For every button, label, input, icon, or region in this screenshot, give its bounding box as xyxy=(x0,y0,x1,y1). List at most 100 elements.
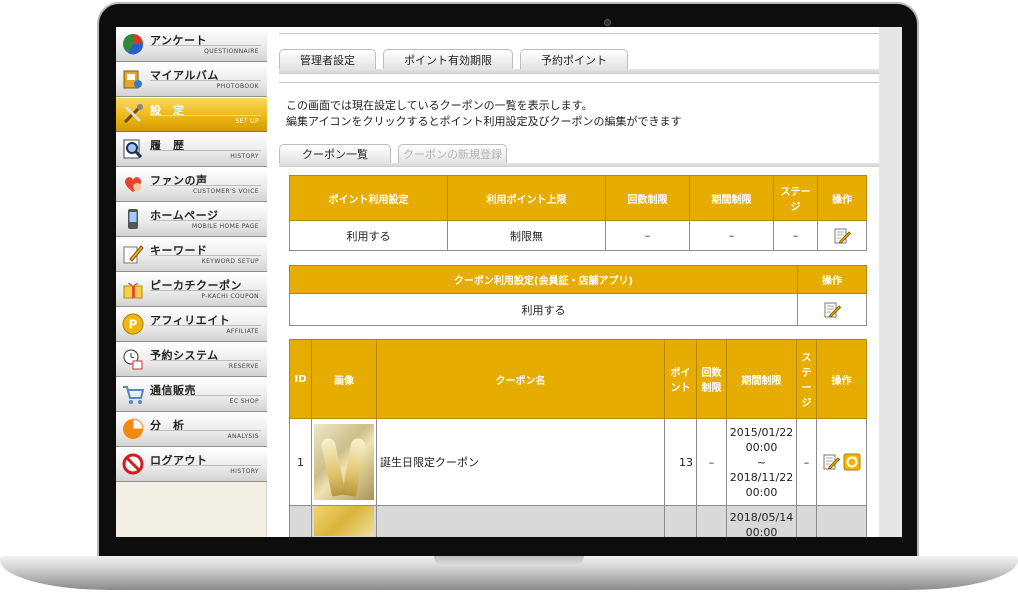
table-cell: 利用する xyxy=(289,293,798,326)
main-content: 管理者設定 ポイント有効期限 予約ポイント この画面では現在設定しているクーポン… xyxy=(267,27,879,537)
column-header: 操作 xyxy=(816,339,867,419)
period-text: 00:00 xyxy=(745,526,778,537)
sidebar-item[interactable]: アンケート QUESTIONNAIRE xyxy=(116,27,267,62)
column-header: 期間制限 xyxy=(689,175,774,221)
sidebar-item-subtitle: ANALYSIS xyxy=(227,433,259,440)
divider xyxy=(150,290,261,291)
sidebar-item[interactable]: キーワード KEYWORD SETUP xyxy=(116,237,267,272)
period-text: 00:00 xyxy=(745,440,778,454)
photobook-icon xyxy=(121,67,145,91)
laptop-notch xyxy=(434,556,584,566)
sidebar-item[interactable]: 予約システム RESERVE xyxy=(116,342,267,377)
table-cell xyxy=(817,220,867,251)
period-text: ~ xyxy=(756,455,767,469)
table-cell: 13 xyxy=(664,418,697,506)
table-cell: 制限無 xyxy=(447,220,606,251)
pencil-note-icon xyxy=(121,242,145,266)
divider xyxy=(150,80,261,81)
tab-new-coupon[interactable]: クーポンの新規登録 xyxy=(398,144,507,163)
sidebar-item[interactable]: ログアウト HISTORY xyxy=(116,447,267,482)
sidebar-item[interactable]: ホームページ MOBILE HOME PAGE xyxy=(116,202,267,237)
sidebar-item[interactable]: 分 析 ANALYSIS xyxy=(116,412,267,447)
table-cell: 1 xyxy=(289,418,312,506)
tab-point-expiry[interactable]: ポイント有効期限 xyxy=(383,49,513,69)
table-cell: – xyxy=(605,220,690,251)
description-line: 編集アイコンをクリックするとポイント利用設定及びクーポンの編集ができます xyxy=(286,115,682,128)
sidebar-item-subtitle: AFFILIATE xyxy=(226,328,259,335)
divider xyxy=(150,465,261,466)
camera-icon xyxy=(604,19,611,26)
sidebar-item[interactable]: ファンの声 CUSTOMER'S VOICE xyxy=(116,167,267,202)
sidebar-item[interactable]: 履 歴 HISTORY xyxy=(116,132,267,167)
shopping-cart-icon xyxy=(121,382,145,406)
table-cell xyxy=(796,505,817,537)
column-header: 画像 xyxy=(311,339,377,419)
table-cell: – xyxy=(773,220,818,251)
divider xyxy=(150,255,261,256)
column-header: 利用ポイント上限 xyxy=(447,175,606,221)
analysis-pie-icon xyxy=(121,417,145,441)
tab-coupon-list[interactable]: クーポン一覧 xyxy=(279,144,391,163)
divider xyxy=(150,395,261,396)
table-cell xyxy=(376,505,665,537)
table-row: 2018/05/14 00:00 xyxy=(289,505,867,537)
coupon-tabs: クーポン一覧 クーポンの新規登録 xyxy=(279,144,507,163)
glass-shape xyxy=(342,437,366,497)
period-cell: 2018/05/14 00:00 xyxy=(726,505,797,537)
glass-shape xyxy=(320,437,346,497)
svg-text:P: P xyxy=(129,318,138,332)
divider xyxy=(150,115,261,116)
table-row: 利用する xyxy=(289,293,867,326)
sidebar-item-subtitle: MOBILE HOME PAGE xyxy=(191,223,259,230)
tab-admin-settings[interactable]: 管理者設定 xyxy=(279,49,376,69)
column-header: 回数制限 xyxy=(605,175,690,221)
divider xyxy=(150,45,261,46)
tab-reserve-points[interactable]: 予約ポイント xyxy=(520,49,628,69)
column-header: ステージ xyxy=(796,339,817,419)
magnifier-document-icon xyxy=(121,137,145,161)
edit-icon[interactable] xyxy=(833,227,852,245)
table-cell xyxy=(696,505,727,537)
divider xyxy=(150,150,261,151)
column-header: ステージ xyxy=(773,175,818,221)
sidebar-item-subtitle: PHOTOBOOK xyxy=(216,83,259,90)
column-header: 操作 xyxy=(817,175,867,221)
mobile-phone-icon xyxy=(121,207,145,231)
scrollbar[interactable] xyxy=(879,27,902,537)
edit-icon[interactable] xyxy=(822,453,840,471)
screen: アンケート QUESTIONNAIRE マイアルバム PHOTOBOOK 設 定 SET … xyxy=(116,27,902,537)
page-description: この画面では現在設定しているクーポンの一覧を表示します。 編集アイコンをクリック… xyxy=(286,98,681,130)
point-settings-table: ポイント利用設定 利用ポイント上限 回数制限 期間制限 ステージ 操作 利用する… xyxy=(289,175,867,251)
sidebar-item[interactable]: ピーカチクーポン P-KACHI COUPON xyxy=(116,272,267,307)
divider xyxy=(279,69,879,74)
no-entry-icon xyxy=(121,452,145,476)
clock-calendar-icon xyxy=(121,347,145,371)
table-cell: 誕生日限定クーポン xyxy=(376,418,665,506)
sidebar-item[interactable]: P アフィリエイト AFFILIATE xyxy=(116,307,267,342)
edit-icon[interactable] xyxy=(823,301,842,319)
divider xyxy=(150,220,261,221)
table-cell xyxy=(664,505,697,537)
period-text: 2018/11/22 xyxy=(729,470,794,484)
column-header: 回数制限 xyxy=(696,339,727,419)
sidebar-item-subtitle: QUESTIONNAIRE xyxy=(204,48,259,55)
sidebar-item-subtitle: SET UP xyxy=(235,118,259,125)
coupon-image-cell xyxy=(311,505,377,537)
column-header: クーポン利用設定(会員証・店舗アプリ) xyxy=(289,265,798,294)
period-cell: 2015/01/22 00:00 ~ 2018/11/22 00:00 xyxy=(726,418,797,506)
table-row: 1 誕生日限定クーポン 13 – 2015/01/22 00:00 ~ 2018… xyxy=(289,418,867,506)
table-cell xyxy=(797,293,867,326)
sidebar-item[interactable]: 通信販売 EC SHOP xyxy=(116,377,267,412)
divider xyxy=(150,185,261,186)
column-header: 操作 xyxy=(797,265,867,294)
sidebar-item-subtitle: HISTORY xyxy=(230,153,259,160)
table-cell: – xyxy=(796,418,817,506)
sidebar-item-subtitle: KEYWORD SETUP xyxy=(201,258,259,265)
sidebar-item[interactable]: マイアルバム PHOTOBOOK xyxy=(116,62,267,97)
table-cell: 利用する xyxy=(289,220,448,251)
sidebar-item[interactable]: 設 定 SET UP xyxy=(116,97,267,132)
recycle-icon[interactable] xyxy=(843,453,861,471)
sidebar-item-subtitle: RESERVE xyxy=(228,363,259,370)
tools-icon xyxy=(121,102,145,126)
divider xyxy=(279,82,879,83)
